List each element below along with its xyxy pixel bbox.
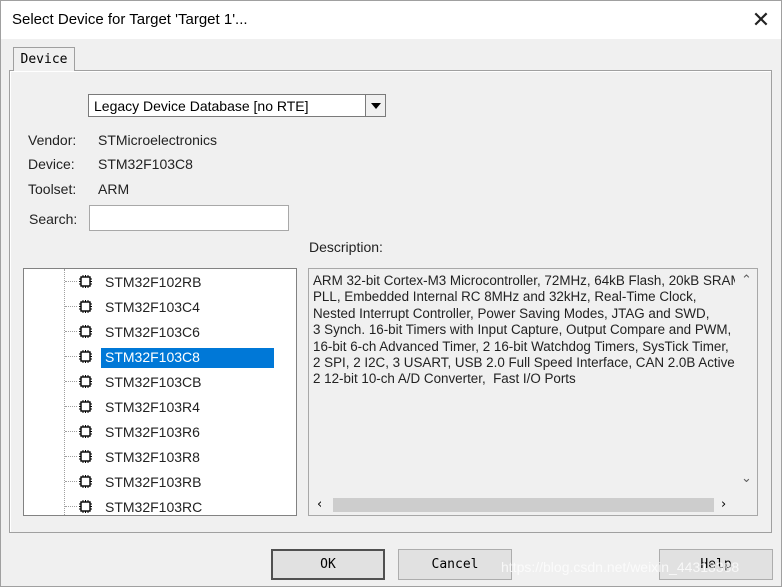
device-tree: STM32F102RB STM32F103C4 STM32F103C6 STM32F1…	[23, 268, 297, 516]
chevron-up-icon[interactable]: ⌃	[741, 273, 752, 288]
chip-icon	[78, 499, 93, 514]
search-label: Search:	[29, 211, 78, 227]
tree-connector	[65, 431, 77, 432]
database-select-value: Legacy Device Database [no RTE]	[94, 98, 309, 114]
tree-item[interactable]: STM32F103R4	[24, 394, 278, 419]
tree-item-label: STM32F103R4	[105, 399, 200, 415]
tree-item-label: STM32F103CB	[105, 374, 202, 390]
tree-connector	[65, 281, 77, 282]
tree-connector	[65, 406, 77, 407]
title-bar: Select Device for Target 'Target 1'... ✕	[1, 1, 781, 39]
vendor-label: Vendor:	[28, 132, 77, 148]
chip-icon	[78, 374, 93, 389]
search-input[interactable]	[89, 205, 289, 231]
watermark: https://blog.csdn.net/weixin_44313388	[501, 559, 740, 575]
tree-item[interactable]: STM32F103CB	[24, 369, 278, 394]
tree-item-label: STM32F103R8	[105, 449, 200, 465]
description-vertical-scrollbar[interactable]: ⌃ ⌄	[735, 269, 757, 495]
close-icon[interactable]: ✕	[744, 3, 778, 37]
ok-button[interactable]: OK	[271, 549, 385, 580]
tree-connector	[65, 331, 77, 332]
description-horizontal-scrollbar[interactable]: ‹ ›	[309, 495, 737, 515]
description-label: Description:	[309, 239, 383, 255]
tree-connector	[65, 381, 77, 382]
tree-item-label: STM32F103C6	[105, 324, 200, 340]
cancel-button[interactable]: Cancel	[398, 549, 512, 580]
tree-item-label: STM32F103RB	[105, 474, 202, 490]
chip-icon	[78, 424, 93, 439]
tree-item[interactable]: STM32F103R6	[24, 419, 278, 444]
toolset-label: Toolset:	[28, 181, 77, 197]
tree-item-label: STM32F103RC	[105, 499, 203, 515]
tree-connector	[65, 456, 77, 457]
tree-item[interactable]: STM32F103C8	[24, 344, 278, 369]
chevron-left-icon[interactable]: ‹	[317, 497, 322, 512]
tree-item[interactable]: STM32F103RC	[24, 494, 278, 515]
window-title: Select Device for Target 'Target 1'...	[12, 11, 248, 28]
description-box[interactable]: ARM 32-bit Cortex-M3 Microcontroller, 72…	[308, 268, 758, 516]
tree-item[interactable]: STM32F103C6	[24, 319, 278, 344]
chevron-down-icon[interactable]	[365, 95, 385, 116]
tree-scrollbar[interactable]	[296, 269, 297, 515]
tree-connector	[65, 481, 77, 482]
chip-icon	[78, 349, 93, 364]
select-device-dialog: Select Device for Target 'Target 1'... ✕…	[0, 0, 782, 587]
tree-item-label: STM32F103R6	[105, 424, 200, 440]
chevron-right-icon[interactable]: ›	[721, 497, 726, 512]
tree-item[interactable]: STM32F103C4	[24, 294, 278, 319]
toolset-value: ARM	[98, 181, 130, 197]
tree-item[interactable]: STM32F102RB	[24, 269, 278, 294]
chip-icon	[78, 274, 93, 289]
tree-connector	[65, 506, 77, 507]
tree-item-label: STM32F103C4	[105, 299, 200, 315]
chip-icon	[78, 324, 93, 339]
vendor-value: STMicroelectronics	[98, 132, 218, 148]
tree-connector	[65, 356, 77, 357]
horizontal-scroll-thumb[interactable]	[333, 498, 714, 512]
device-value: STM32F103C8	[98, 156, 193, 172]
chip-icon	[78, 449, 93, 464]
tree-item[interactable]: STM32F103R8	[24, 444, 278, 469]
tab-device[interactable]: Device	[13, 47, 75, 71]
chip-icon	[78, 474, 93, 489]
description-text: ARM 32-bit Cortex-M3 Microcontroller, 72…	[313, 273, 735, 387]
tree-connector	[65, 306, 77, 307]
tree-item-label: STM32F102RB	[105, 274, 202, 290]
chevron-down-icon[interactable]: ⌄	[741, 471, 752, 486]
device-label: Device:	[28, 156, 75, 172]
chip-icon	[78, 399, 93, 414]
tree-item-label: STM32F103C8	[101, 348, 274, 368]
tree-item[interactable]: STM32F103RB	[24, 469, 278, 494]
database-select[interactable]: Legacy Device Database [no RTE]	[88, 94, 386, 117]
chip-icon	[78, 299, 93, 314]
